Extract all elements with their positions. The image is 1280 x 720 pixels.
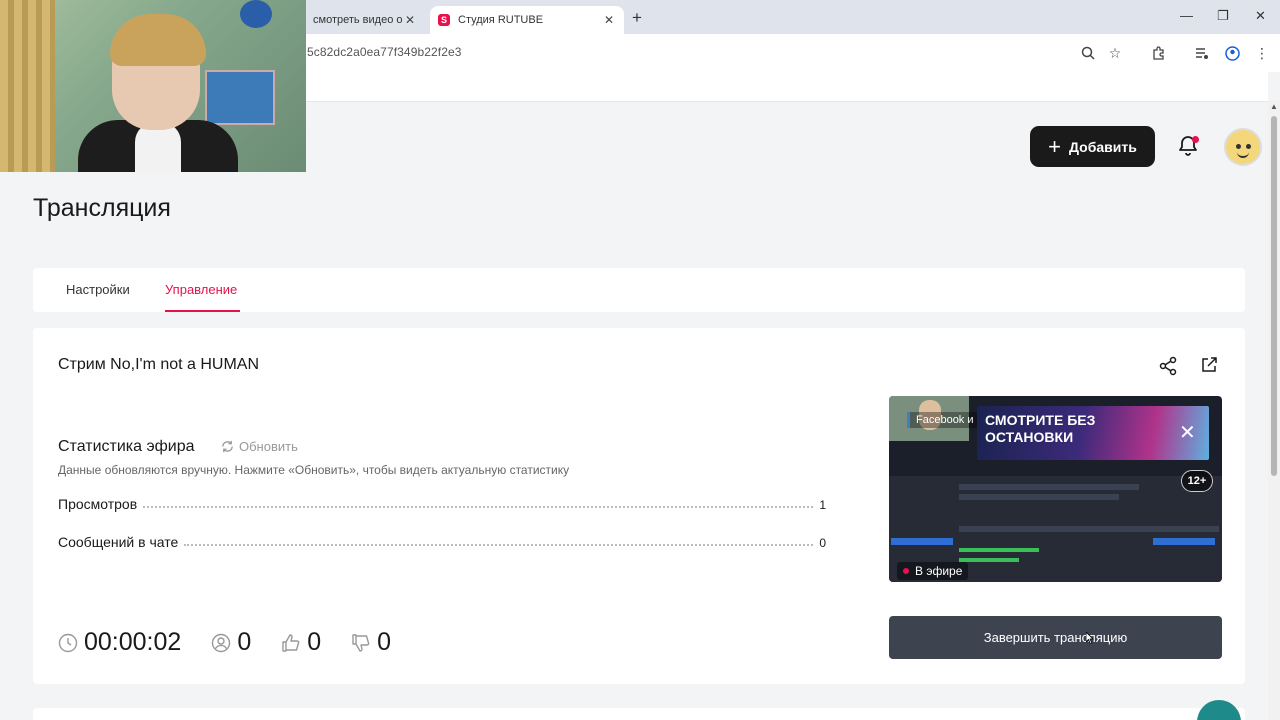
refresh-icon: [222, 440, 233, 453]
browser-tab-title: Студия RUTUBE: [458, 14, 544, 26]
dotted-leader: [184, 544, 814, 546]
stats-description: Данные обновляются вручную. Нажмите «Обн…: [58, 463, 570, 477]
scrollbar-thumb[interactable]: [1271, 116, 1277, 476]
age-rating-badge: 12+: [1181, 470, 1213, 492]
stat-label: Просмотров: [58, 496, 138, 512]
extensions-icon[interactable]: [1148, 43, 1168, 63]
add-button-label: Добавить: [1069, 138, 1137, 155]
close-icon[interactable]: ✕: [1179, 420, 1196, 445]
metric-duration: 00:00:02: [58, 628, 181, 657]
stream-preview[interactable]: Facebook и СМОТРИТЕ БЕЗ ОСТАНОВКИ ✕ 12+ …: [889, 396, 1222, 582]
stat-value: 0: [819, 536, 826, 550]
tab-settings[interactable]: Настройки: [66, 282, 130, 297]
external-link-icon[interactable]: [1200, 356, 1218, 374]
likes-value: 0: [307, 628, 322, 656]
webcam-curtain: [0, 0, 55, 172]
viewer-icon: [211, 633, 231, 653]
media-control-icon[interactable]: [1192, 43, 1212, 63]
preview-obs-row: [959, 484, 1139, 490]
zoom-icon[interactable]: [1078, 43, 1098, 63]
notification-dot: [1192, 136, 1199, 143]
end-stream-button[interactable]: Завершить трансляцию: [889, 616, 1222, 659]
stats-title: Статистика эфира: [58, 438, 195, 455]
tab-management[interactable]: Управление: [165, 282, 237, 297]
preview-obs-row: [959, 526, 1219, 532]
preview-obs-row: [959, 494, 1119, 500]
viewers-value: 0: [237, 628, 252, 656]
minimize-icon[interactable]: —: [1180, 8, 1193, 23]
profile-icon[interactable]: [1222, 43, 1242, 63]
share-icon[interactable]: [1158, 356, 1178, 376]
live-label: В эфире: [915, 564, 963, 578]
tab-close-icon[interactable]: ✕: [602, 13, 616, 27]
add-button[interactable]: + Добавить: [1030, 126, 1155, 167]
preview-obs-meter: [959, 548, 1039, 552]
mouse-cursor-icon: [1086, 632, 1094, 644]
webcam-map: [205, 70, 275, 125]
plus-icon: +: [1048, 133, 1062, 159]
preview-obs-highlight: [891, 538, 953, 545]
live-metrics: 00:00:02 0 0 0: [58, 628, 421, 657]
live-indicator: В эфире: [897, 562, 969, 580]
avatar-mouth: [1237, 152, 1249, 158]
preview-banner-text: СМОТРИТЕ БЕЗ ОСТАНОВКИ: [985, 412, 1096, 445]
thumbs-up-icon: [281, 633, 301, 653]
webcam-person-hair: [110, 14, 206, 66]
metric-viewers: 0: [211, 628, 251, 657]
page-scrollbar[interactable]: ▲: [1268, 100, 1280, 720]
menu-kebab-icon[interactable]: ⋮: [1252, 43, 1272, 63]
active-tab-underline: [165, 310, 240, 312]
thumbs-down-icon: [351, 633, 371, 653]
stream-title: Стрим No,I'm not a HUMAN: [58, 356, 260, 373]
preview-facebook-label: Facebook и: [907, 412, 980, 428]
tabs-card: Настройки Управление: [33, 268, 1245, 312]
stat-row-chat-messages: Сообщений в чате 0: [58, 534, 826, 550]
tab-close-icon[interactable]: ✕: [403, 13, 417, 27]
browser-tab-studio[interactable]: S Студия RUTUBE ✕: [430, 6, 624, 34]
scroll-up-arrow-icon[interactable]: ▲: [1270, 102, 1278, 111]
preview-obs-meter: [959, 558, 1019, 562]
bookmark-star-icon[interactable]: ☆: [1105, 43, 1125, 63]
browser-tab-title: смотреть видео онл: [313, 14, 403, 26]
restore-icon[interactable]: ❐: [1217, 8, 1229, 24]
plus-icon[interactable]: +: [632, 8, 642, 28]
dotted-leader: [143, 506, 814, 508]
preview-obs-highlight: [1153, 538, 1215, 545]
stat-label: Сообщений в чате: [58, 534, 179, 550]
rutube-favicon-icon: S: [438, 14, 450, 26]
dislikes-value: 0: [377, 628, 392, 656]
page-title: Трансляция: [33, 194, 171, 222]
chat-fab-button[interactable]: [1197, 700, 1241, 720]
webcam-overlay: [0, 0, 306, 172]
stat-value: 1: [819, 498, 826, 512]
metric-likes: 0: [281, 628, 321, 657]
url-text[interactable]: 5c82dc2a0ea77f349b22f2e3: [307, 45, 462, 59]
webcam-globe: [240, 0, 272, 28]
live-dot-icon: [903, 568, 909, 574]
stat-row-views: Просмотров 1: [58, 496, 826, 512]
next-card: [33, 708, 1245, 720]
close-window-icon[interactable]: ✕: [1255, 8, 1266, 24]
metric-dislikes: 0: [351, 628, 391, 657]
browser-tab-video[interactable]: смотреть видео онл ✕: [305, 6, 425, 34]
avatar[interactable]: [1224, 128, 1262, 166]
stream-card: Стрим No,I'm not a HUMAN Статистика эфир…: [33, 328, 1245, 684]
refresh-label: Обновить: [239, 439, 298, 454]
avatar-eye: [1246, 144, 1251, 149]
refresh-button[interactable]: Обновить: [221, 439, 298, 454]
clock-icon: [58, 633, 78, 653]
duration-value: 00:00:02: [84, 628, 182, 656]
avatar-eye: [1236, 144, 1241, 149]
